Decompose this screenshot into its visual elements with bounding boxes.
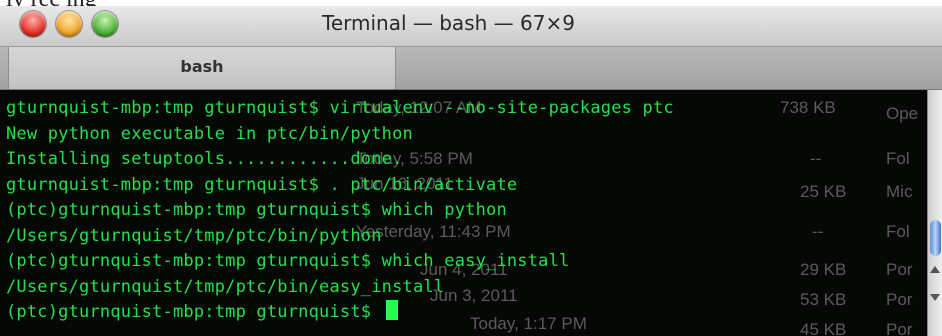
bg-kind-1: Ope <box>886 104 919 123</box>
bg-scroll-up-icon <box>930 266 940 273</box>
bg-size-5: 29 KB <box>800 260 847 279</box>
window-title: Terminal — bash — 67×9 <box>322 11 575 35</box>
close-button[interactable] <box>20 11 46 37</box>
bg-size-6: 53 KB <box>800 290 847 309</box>
bg-kind-5: Por <box>886 260 913 279</box>
bg-size-4: -- <box>812 222 824 241</box>
bg-scroll-thumb <box>930 220 941 256</box>
screenshot: ly rec ing Terminal — bash — 67×9 bash T… <box>0 0 942 336</box>
terminal-line: gturnquist-mbp:tmp gturnquist$ . ptc/bin… <box>6 174 518 195</box>
tab-bash[interactable]: bash <box>8 47 396 89</box>
terminal-prompt: (ptc)gturnquist-mbp:tmp gturnquist$ <box>6 302 382 322</box>
text-cursor <box>385 300 398 320</box>
terminal-line: /Users/gturnquist/tmp/ptc/bin/easy_insta… <box>6 276 445 297</box>
bg-size-1: 738 KB <box>780 98 836 117</box>
bg-kind-3: Mic <box>886 182 913 201</box>
bg-scroll-down-icon <box>930 294 940 301</box>
bg-scrollbar <box>927 90 942 336</box>
terminal-output: gturnquist-mbp:tmp gturnquist$ virtualen… <box>6 96 674 326</box>
terminal-line: /Users/gturnquist/tmp/ptc/bin/python <box>6 225 382 246</box>
minimize-button[interactable] <box>56 11 82 37</box>
terminal-line: (ptc)gturnquist-mbp:tmp gturnquist$ whic… <box>6 251 570 271</box>
terminal-prompt-line[interactable]: (ptc)gturnquist-mbp:tmp gturnquist$ <box>6 300 674 326</box>
tab-label: bash <box>180 57 224 76</box>
bg-kind-2: Fol <box>886 149 910 168</box>
title-bar[interactable]: Terminal — bash — 67×9 <box>0 6 942 47</box>
terminal-line: gturnquist-mbp:tmp gturnquist$ virtualen… <box>6 98 674 118</box>
bg-size-7: 45 KB <box>800 320 847 336</box>
bg-kind-4: Fol <box>886 222 910 241</box>
zoom-button[interactable] <box>92 11 118 37</box>
terminal-line: Installing setuptools............done. <box>6 149 403 169</box>
tab-bar: bash <box>0 47 942 90</box>
terminal-view[interactable]: Today, 12:07 AM Today, 5:58 PM Jun 16, 2… <box>0 90 942 336</box>
bg-kind-6: Por <box>886 290 913 309</box>
bg-kind-7: Por <box>886 320 913 336</box>
terminal-line: (ptc)gturnquist-mbp:tmp gturnquist$ whic… <box>6 200 507 220</box>
terminal-line: New python executable in ptc/bin/python <box>6 123 413 144</box>
bg-size-3: 25 KB <box>800 182 847 201</box>
bg-size-2: -- <box>810 149 822 168</box>
